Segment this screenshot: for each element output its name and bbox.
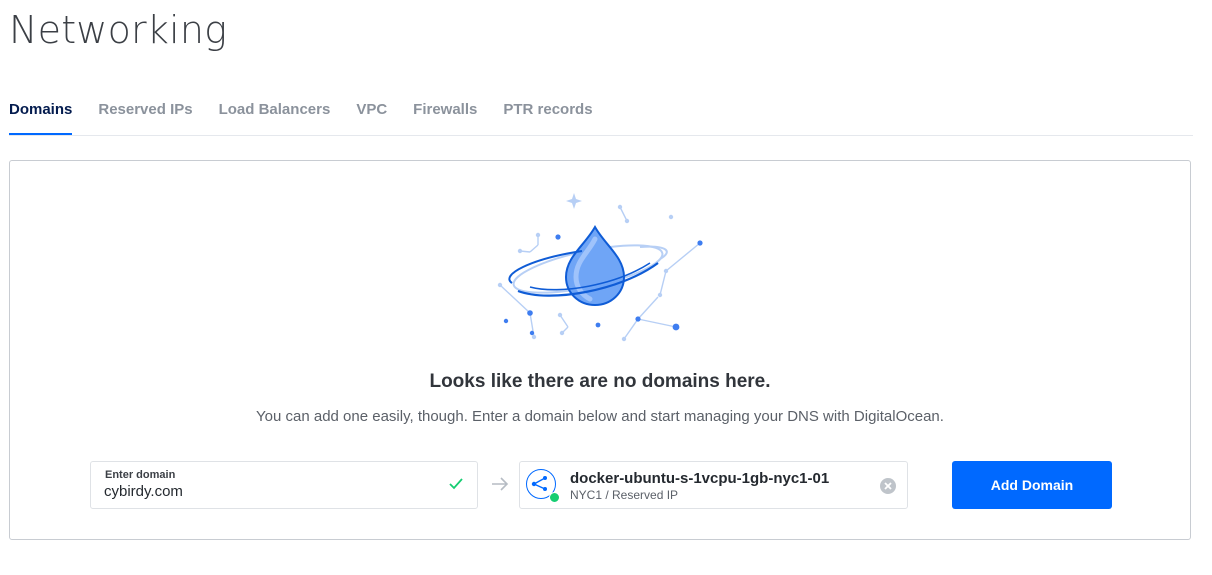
resource-name: docker-ubuntu-s-1vcpu-1gb-nyc1-01 [570, 470, 830, 487]
reserved-ip-icon [526, 469, 560, 503]
domain-field-label: Enter domain [105, 469, 176, 481]
clear-icon[interactable] [880, 478, 896, 494]
page-title: Networking [9, 8, 228, 52]
empty-state-subtext: You can add one easily, though. Enter a … [256, 408, 944, 425]
tab-domains[interactable]: Domains [9, 92, 73, 135]
resource-subtitle: NYC1 / Reserved IP [570, 488, 679, 502]
tab-load-balancers[interactable]: Load Balancers [219, 92, 331, 135]
add-domain-button[interactable]: Add Domain [952, 461, 1112, 509]
networking-tabs: Domains Reserved IPs Load Balancers VPC … [9, 92, 1193, 136]
tab-ptr-records[interactable]: PTR records [503, 92, 592, 135]
tab-firewalls[interactable]: Firewalls [413, 92, 477, 135]
arrow-right-icon [492, 477, 509, 491]
domain-field[interactable]: Enter domain [90, 461, 478, 509]
empty-state-heading: Looks like there are no domains here. [429, 371, 771, 392]
check-icon [449, 478, 463, 490]
droplet-planet-illustration [497, 193, 703, 342]
tab-vpc[interactable]: VPC [356, 92, 387, 135]
status-dot [549, 492, 560, 503]
domain-input[interactable] [104, 483, 434, 500]
tab-reserved-ips[interactable]: Reserved IPs [98, 92, 192, 135]
empty-state-card: Looks like there are no domains here. Yo… [9, 160, 1191, 540]
resource-select[interactable]: docker-ubuntu-s-1vcpu-1gb-nyc1-01 NYC1 /… [519, 461, 908, 509]
